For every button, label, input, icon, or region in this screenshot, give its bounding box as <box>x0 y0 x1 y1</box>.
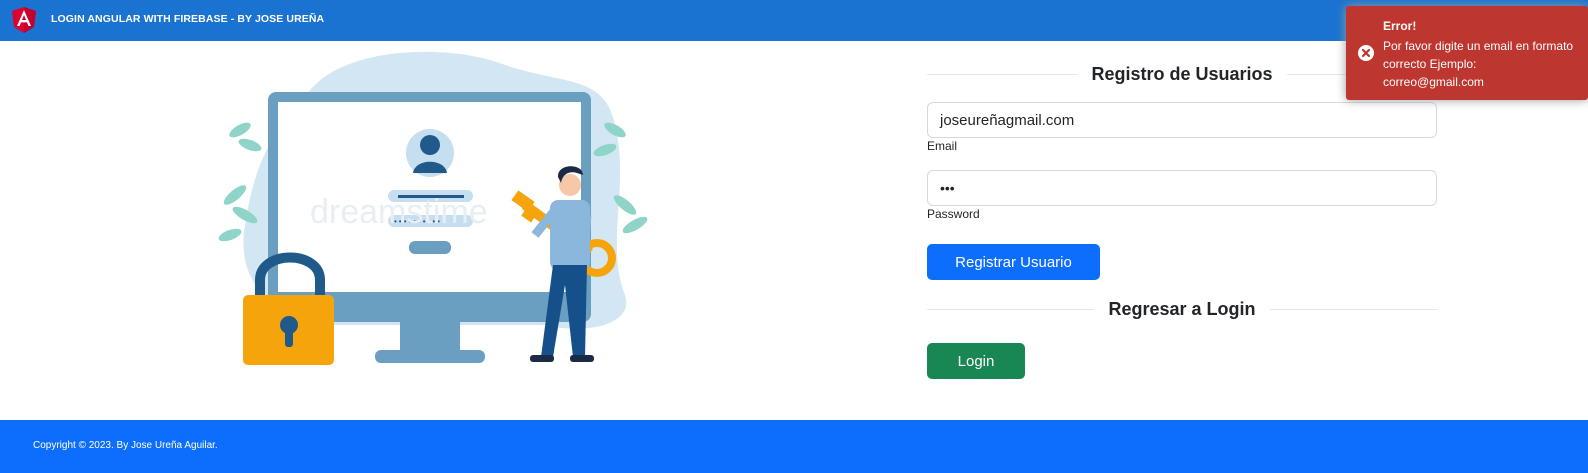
toast-message: Por favor digite un email en formato cor… <box>1383 39 1574 89</box>
footer: Copyright © 2023. By Jose Ureña Aguilar. <box>0 420 1588 473</box>
watermark-text: dreamstime <box>310 193 488 231</box>
password-input-value: ••• <box>940 180 955 196</box>
email-label: Email <box>927 139 958 153</box>
angular-logo-icon[interactable] <box>12 7 36 33</box>
register-title: Registro de Usuarios <box>1091 63 1273 84</box>
password-label: Password <box>927 207 980 221</box>
error-toast[interactable]: Error! Por favor digite un email en form… <box>1346 6 1588 100</box>
login-button[interactable]: Login <box>927 343 1025 379</box>
login-illustration: •••••••••• dreamstime <box>218 51 648 365</box>
password-input[interactable]: ••• <box>927 170 1437 206</box>
toast-title: Error! <box>1383 19 1417 33</box>
divider <box>927 73 1078 75</box>
footer-copyright: Copyright © 2023. By Jose Ureña Aguilar. <box>33 440 218 451</box>
divider <box>927 308 1095 310</box>
email-input[interactable]: joseureñagmail.com <box>927 102 1437 138</box>
error-circle-icon <box>1358 45 1374 61</box>
email-input-value: joseureñagmail.com <box>940 111 1075 129</box>
back-to-login-title: Regresar a Login <box>1108 298 1256 319</box>
register-user-button[interactable]: Registrar Usuario <box>927 244 1100 280</box>
divider <box>1269 308 1438 310</box>
navbar-brand[interactable]: LOGIN ANGULAR WITH FIREBASE - BY JOSE UR… <box>51 13 324 25</box>
back-to-login-section-title: Regresar a Login <box>927 297 1438 321</box>
